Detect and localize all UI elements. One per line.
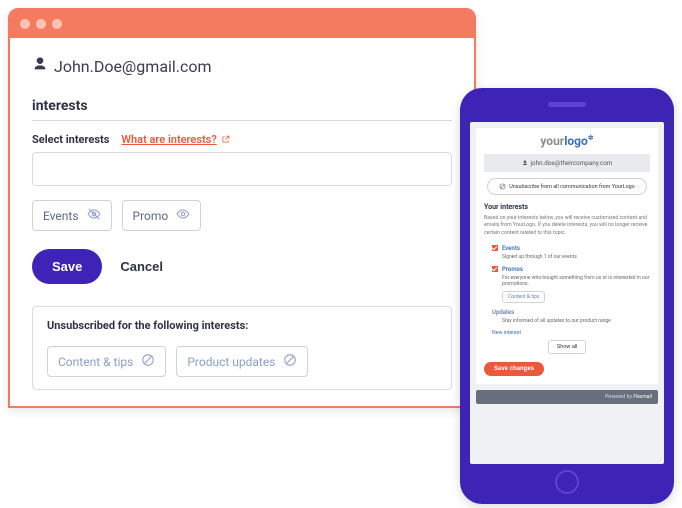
phone-home-button [555,470,579,494]
mobile-updates-title: Updates [492,309,514,316]
chip-label: Product updates [187,355,275,369]
chip-content-tips[interactable]: Content & tips [47,346,166,377]
mobile-email: john.doe@theircompany.com [531,159,613,167]
mobile-promos-sub: For everyone who bought something from u… [502,275,650,287]
chip-product-updates[interactable]: Product updates [176,346,308,377]
checkbox-checked-icon[interactable] [492,266,498,272]
mobile-logo: yourlogo✲ [484,134,650,148]
mobile-interests-title: Your interests [484,203,650,211]
mobile-new-interest-link[interactable]: New interest [484,330,650,336]
mobile-events-sub: Signed up through 1 of our events [502,254,650,260]
powered-by-label: Powered by [605,394,632,400]
mobile-save-button[interactable]: Save changes [484,362,544,376]
select-interests-label: Select interests [32,133,109,146]
logo-star-icon: ✲ [588,134,594,142]
user-icon [32,56,48,76]
mobile-updates-sub: Stay informed of all updates to our prod… [502,318,650,324]
mobile-unsub-text: Unsubscribe from all communication from … [509,184,635,190]
ban-icon[interactable] [283,353,297,370]
window-control-dot [20,19,30,29]
chip-label: Content & tips [58,355,133,369]
help-link-interests[interactable]: What are interests? [121,133,229,146]
cancel-button[interactable]: Cancel [120,259,163,274]
mobile-interests-desc: Based on your interests below, you will … [484,215,650,237]
external-link-icon [221,135,230,144]
mobile-events-title: Events [502,245,520,252]
chip-label: Events [43,209,79,223]
mobile-show-all-button[interactable]: Show all [548,340,587,354]
mobile-promos-title: Promos [502,266,523,273]
window-titlebar [10,10,474,38]
save-button[interactable]: Save [32,249,102,284]
chip-events[interactable]: Events [32,200,112,231]
unsubscribed-title: Unsubscribed for the following interests… [47,319,437,332]
logo-your: your [540,134,564,148]
user-email: John.Doe@gmail.com [54,57,212,76]
checkbox-checked-icon[interactable] [492,245,498,251]
eye-off-icon[interactable] [87,207,101,224]
window-control-dot [52,19,62,29]
chip-promo[interactable]: Promo [122,200,202,231]
mobile-interest-updates[interactable]: Updates Stay informed of all updates to … [484,309,650,324]
user-icon [522,160,528,166]
ban-icon[interactable] [141,353,155,370]
mobile-interest-events[interactable]: Events Signed up through 1 of our events [484,245,650,260]
mobile-screen: yourlogo✲ john.doe@theircompany.com Unsu… [470,122,664,464]
ban-icon [499,183,506,190]
active-chips-row: Events Promo [32,200,452,231]
powered-by-brand: Flexmail [633,394,652,400]
mobile-email-bar: john.doe@theircompany.com [484,154,650,172]
eye-icon[interactable] [176,207,190,224]
phone-speaker [548,102,586,107]
user-email-row: John.Doe@gmail.com [32,56,452,76]
desktop-window: John.Doe@gmail.com interests Select inte… [8,8,476,408]
mobile-interest-promos[interactable]: Promos For everyone who bought something… [484,266,650,303]
divider [32,120,452,121]
mobile-preview-frame: yourlogo✲ john.doe@theircompany.com Unsu… [460,88,674,504]
window-control-dot [36,19,46,29]
mobile-unsubscribe-all[interactable]: Unsubscribe from all communication from … [487,178,647,195]
logo-logo: logo [564,134,588,148]
mobile-footer: Powered by Flexmail [476,390,658,404]
section-title-interests: interests [32,98,452,114]
mobile-content-tag[interactable]: Content & tips [502,291,545,303]
unsubscribed-box: Unsubscribed for the following interests… [32,306,452,390]
interests-input[interactable] [32,152,452,186]
chip-label: Promo [133,209,169,223]
help-link-text: What are interests? [121,133,216,146]
